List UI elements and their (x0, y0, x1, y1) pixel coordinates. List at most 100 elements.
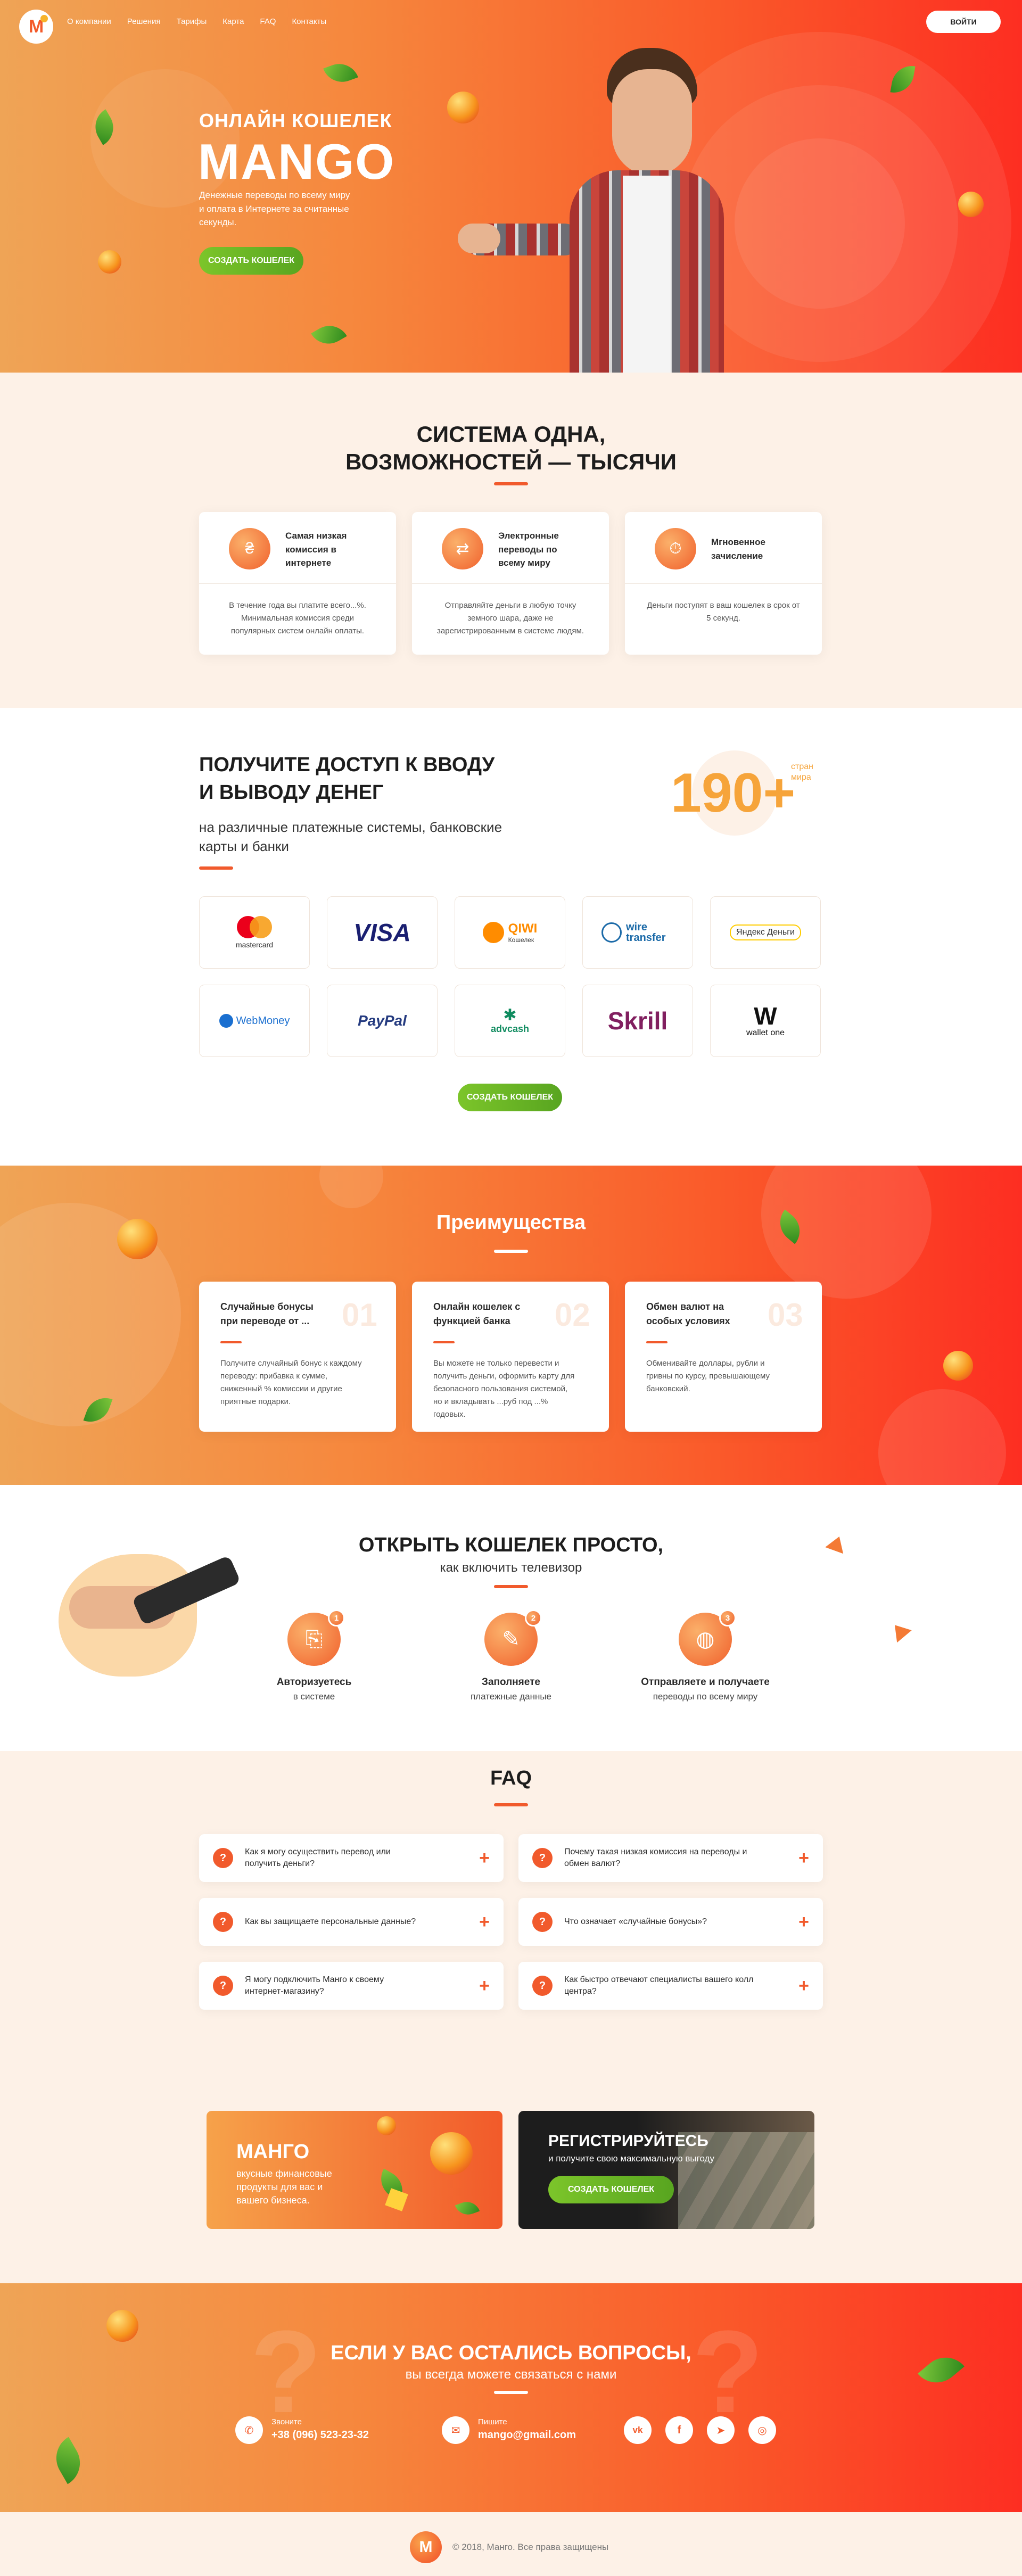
login-button[interactable]: ВОЙТИ (926, 11, 1001, 33)
hand-coin-icon: ₴ (229, 528, 270, 569)
hero-subtitle: ОНЛАЙН КОШЕЛЕК (199, 110, 392, 131)
plus-icon[interactable]: + (479, 1977, 490, 1995)
logo-tile-wire: wire transfer (582, 896, 693, 969)
telegram-icon[interactable]: ➤ (707, 2416, 735, 2444)
step-item: ◍ 3 Отправляете и получаете переводы по … (628, 1609, 782, 1708)
phone-number[interactable]: +38 (096) 523-23-32 (271, 2429, 369, 2441)
nav-item-faq[interactable]: FAQ (260, 17, 276, 26)
facebook-icon[interactable]: f (665, 2416, 693, 2444)
qiwi-logo-sub: Кошелек (508, 936, 534, 944)
register-create-wallet-button[interactable]: СОЗДАТЬ КОШЕЛЕК (548, 2176, 674, 2203)
plus-icon[interactable]: + (798, 1977, 809, 1995)
paypal-logo: PayPal (358, 1012, 407, 1029)
faq-question: Почему такая низкая комиссия на переводы… (564, 1847, 747, 1868)
register-promo-title: РЕГИСТРИРУЙТЕСЬ (548, 2132, 708, 2150)
write-label: Пишите (478, 2417, 507, 2426)
leaf-decor-3 (311, 318, 347, 351)
visa-logo: VISA (353, 919, 411, 946)
question-icon: ? (532, 1912, 553, 1932)
mango-decor-3 (958, 192, 984, 217)
section-divider (494, 1250, 528, 1253)
step-number: 3 (719, 1609, 736, 1626)
feature-card-title: Мгновенное зачисление (711, 537, 765, 561)
advantage-card: 02 Онлайн кошелек с функцией банка Вы мо… (412, 1282, 609, 1432)
nav-item-about[interactable]: О компании (67, 17, 111, 26)
mango-decor-2 (98, 250, 121, 274)
main-nav: О компании Решения Тарифы Карта FAQ Конт… (67, 17, 326, 26)
system-title-line1: СИСТЕМА ОДНА, (416, 422, 606, 447)
nav-item-contacts[interactable]: Контакты (292, 17, 326, 26)
countries-label-2: мира (791, 773, 811, 782)
nav-item-solutions[interactable]: Решения (127, 17, 161, 26)
faq-item[interactable]: ? Как вы защищаете персональные данные? … (199, 1898, 504, 1946)
nav-item-map[interactable]: Карта (222, 17, 244, 26)
plus-icon[interactable]: + (798, 1849, 809, 1867)
mango-promo-title: МАНГО (236, 2141, 310, 2163)
nav-item-tariffs[interactable]: Тарифы (177, 17, 207, 26)
mastercard-logo: mastercard (235, 940, 274, 949)
hero-section: M О компании Решения Тарифы Карта FAQ Ко… (0, 0, 1022, 373)
webmoney-logo: WebMoney (236, 1014, 290, 1027)
triangle-decor-2 (887, 1619, 912, 1643)
plus-icon[interactable]: + (479, 1913, 490, 1931)
open-wallet-subtitle: как включить телевизор (440, 1561, 582, 1575)
step-text: в системе (293, 1691, 335, 1702)
footer-logo[interactable]: M (410, 2531, 442, 2563)
walletone-logo: wallet one (746, 1028, 785, 1037)
advcash-logo: advcash (490, 1023, 530, 1034)
logo-tile-visa: VISA (327, 896, 438, 969)
mail-icon: ✉ (442, 2416, 469, 2444)
advantage-number: 01 (342, 1297, 377, 1333)
countries-badge: 190+ стран мира (671, 750, 830, 836)
feature-card-text: Деньги поступят в ваш кошелек в срок от … (647, 601, 800, 623)
question-icon: ? (213, 1848, 233, 1868)
faq-question: Как быстро отвечают специалисты вашего к… (564, 1975, 754, 1996)
feature-card: ⇄ Электронные переводы по всему миру Отп… (412, 512, 609, 655)
hero-text: Денежные переводы по всему миру и оплата… (199, 190, 350, 227)
wire-transfer-logo: wire transfer (626, 921, 666, 944)
advantage-title: Онлайн кошелек с функцией банка (433, 1301, 521, 1326)
faq-item[interactable]: ? Что означает «случайные бонусы»? + (518, 1898, 823, 1946)
contact-section: ? ? ЕСЛИ У ВАС ОСТАЛИСЬ ВОПРОСЫ, вы всег… (0, 2283, 1022, 2512)
feature-card: ⏱ Мгновенное зачисление Деньги поступят … (625, 512, 822, 655)
plus-icon[interactable]: + (798, 1913, 809, 1931)
logo-tile-mastercard: mastercard (199, 896, 310, 969)
mango-promo-text: вкусные финансовые продукты для вас и ва… (236, 2168, 332, 2206)
faq-item[interactable]: ? Почему такая низкая комиссия на перево… (518, 1834, 823, 1882)
instagram-icon[interactable]: ◎ (748, 2416, 776, 2444)
step-text: переводы по всему миру (653, 1691, 758, 1702)
hero-create-wallet-button[interactable]: СОЗДАТЬ КОШЕЛЕК (199, 247, 303, 275)
mango-decor-5 (943, 1351, 973, 1381)
advantage-number: 02 (555, 1297, 590, 1333)
countries-count: 190+ (671, 762, 796, 824)
plus-icon[interactable]: + (479, 1849, 490, 1867)
advantage-text: Обменивайте доллары, рубли и гривны по к… (646, 1359, 770, 1393)
faq-question: Что означает «случайные бонусы»? (564, 1917, 707, 1926)
phone-icon: ✆ (235, 2416, 263, 2444)
countries-label-1: стран (791, 762, 813, 771)
faq-item[interactable]: ? Как я могу осуществить перевод или пол… (199, 1834, 504, 1882)
step-item: ⎘ 1 Авторизуетесь в системе (261, 1609, 367, 1708)
question-icon: ? (532, 1976, 553, 1996)
register-promo-banner: РЕГИСТРИРУЙТЕСЬ и получите свою максимал… (518, 2111, 814, 2229)
logo[interactable]: M (19, 10, 53, 44)
advantage-card: 03 Обмен валют на особых условиях Обмени… (625, 1282, 822, 1432)
mango-decor-1 (447, 92, 479, 123)
section-divider (494, 1803, 528, 1806)
faq-question: Как вы защищаете персональные данные? (245, 1917, 416, 1926)
advantage-number: 03 (768, 1297, 803, 1333)
advantage-text: Получите случайный бонус к каждому перев… (220, 1359, 362, 1406)
skrill-logo: Skrill (607, 1007, 668, 1035)
access-create-wallet-button[interactable]: СОЗДАТЬ КОШЕЛЕК (458, 1084, 562, 1111)
email-link[interactable]: mango@gmail.com (478, 2429, 576, 2441)
faq-item[interactable]: ? Как быстро отвечают специалисты вашего… (518, 1962, 823, 2010)
footer-copyright: © 2018, Манго. Все права защищены (452, 2542, 609, 2552)
vk-icon[interactable]: vk (624, 2416, 652, 2444)
faq-title: FAQ (490, 1767, 532, 1789)
faq-item[interactable]: ? Я могу подключить Манго к своему интер… (199, 1962, 504, 2010)
qiwi-logo: QIWI (508, 921, 538, 936)
advantage-title: Случайные бонусы при переводе от ... (220, 1301, 314, 1326)
logo-tile-qiwi: QIWI Кошелек (455, 896, 565, 969)
access-subtitle: на различные платежные системы, банковск… (199, 819, 502, 855)
section-divider (494, 482, 528, 485)
